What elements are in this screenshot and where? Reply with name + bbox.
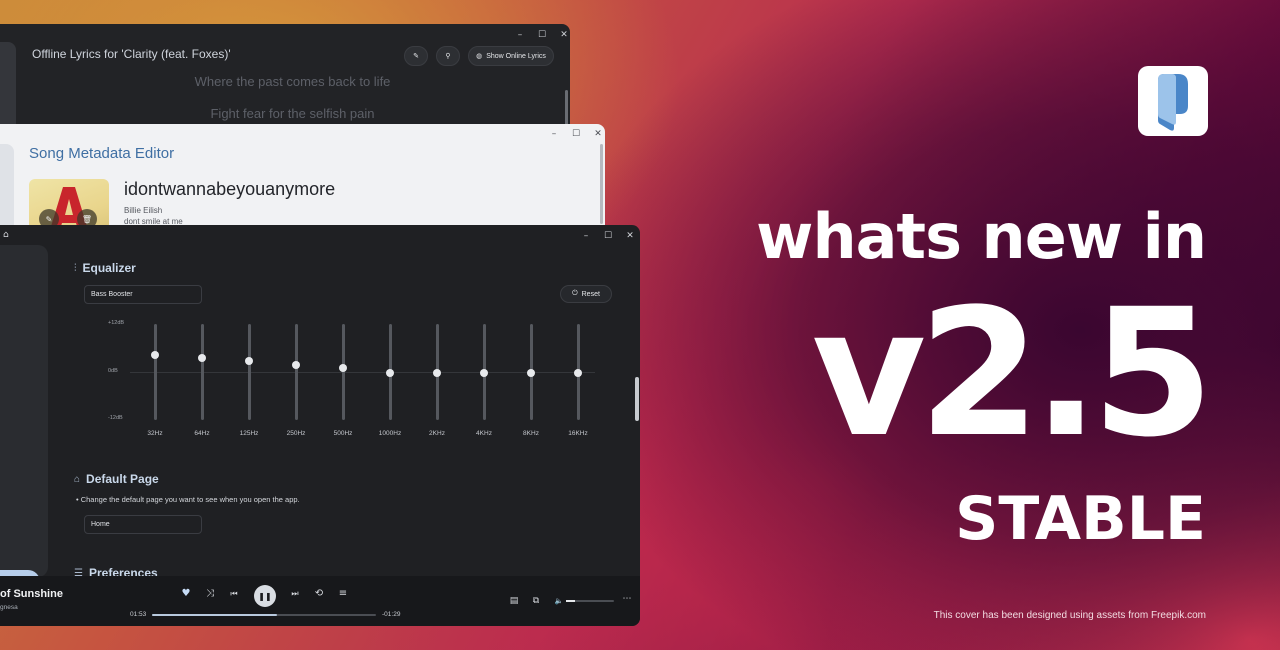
lyrics-icon[interactable]: ▤	[507, 596, 521, 606]
song-metadata-editor-window: Song Metadata Editor ✎ 🗑 idontwannabeyou…	[0, 124, 605, 234]
seek-bar-progress	[152, 614, 278, 616]
lyrics-window-title: Offline Lyrics for 'Clarity (feat. Foxes…	[32, 47, 231, 61]
default-page-description-text: Change the default page you want to see …	[80, 495, 300, 504]
default-page-heading: ⌂ Default Page	[74, 472, 159, 486]
eq-slider-knob[interactable]	[433, 368, 441, 377]
metadata-sidebar	[0, 144, 14, 234]
eq-frequency-label: 64Hz	[194, 430, 210, 437]
lyric-line[interactable]: Where the past comes back to life	[0, 74, 570, 89]
eq-frequency-label: 2KHz	[429, 430, 445, 437]
volume-icon[interactable]: 🔈	[552, 597, 566, 605]
trash-icon: 🗑	[81, 214, 93, 224]
eq-frequency-label: 4KHz	[476, 430, 492, 437]
promo-stable-label: STABLE	[955, 484, 1206, 554]
pause-button[interactable]: ❚❚	[254, 585, 276, 607]
more-options-icon[interactable]: ⋯	[620, 594, 634, 604]
default-page-title: Default Page	[86, 472, 159, 486]
edit-lyrics-button[interactable]: ✎	[404, 46, 428, 66]
volume-slider[interactable]	[566, 600, 614, 602]
now-playing-artist[interactable]: gnesa	[0, 604, 18, 611]
close-button[interactable]: ✕	[560, 30, 568, 40]
default-page-select[interactable]: Home	[84, 515, 202, 534]
metadata-window-controls: – ☐ ✕	[550, 129, 602, 139]
minimize-button[interactable]: –	[550, 129, 558, 139]
elapsed-time: 01:53	[130, 611, 147, 618]
metadata-scrollbar[interactable]	[600, 144, 603, 224]
previous-icon[interactable]: ⏮	[227, 589, 241, 599]
maximize-button[interactable]: ☐	[572, 129, 580, 139]
eq-frequency-label: 500Hz	[333, 430, 353, 437]
lyrics-window-controls: – ☐ ✕	[516, 30, 568, 40]
eq-slider-track[interactable]	[341, 324, 345, 420]
app-logo-icon	[1158, 74, 1188, 131]
metadata-song-title: idontwannabeyouanymore	[124, 179, 336, 199]
eq-frequency-label: 16KHz	[568, 430, 588, 437]
main-app-window: ⌂ – ☐ ✕ ⫶ Equalizer Bass Booster ⏻ Reset…	[0, 225, 640, 626]
db-zero-label: 0dB	[108, 368, 118, 374]
show-online-lyrics-button[interactable]: ◍ Show Online Lyrics	[468, 46, 554, 66]
eq-slider-knob[interactable]	[198, 354, 206, 362]
queue-icon[interactable]: ≡	[336, 588, 350, 599]
eq-frequency-label: 250Hz	[286, 430, 306, 437]
eq-slider-knob[interactable]	[386, 368, 394, 377]
promo-credit: This cover has been designed using asset…	[933, 610, 1206, 621]
pause-icon: ❚❚	[258, 591, 272, 601]
eq-slider-track[interactable]	[200, 324, 204, 420]
db-min-label: -12dB	[108, 415, 123, 421]
eq-slider-track[interactable]	[247, 324, 251, 420]
eq-slider-knob[interactable]	[527, 368, 535, 377]
pin-lyrics-button[interactable]: ⚲	[436, 46, 460, 66]
equalizer-sliders: +12dB 0dB -12dB 32Hz 64Hz 125Hz 250Hz 500Hz 1…	[0, 225, 640, 465]
mini-player-icon[interactable]: ⧉	[529, 596, 543, 606]
db-max-label: +12dB	[108, 320, 125, 326]
metadata-artist: Billie Eilish	[124, 206, 163, 215]
default-page-description: • Change the default page you want to se…	[76, 495, 300, 504]
volume-level	[566, 600, 575, 602]
shuffle-icon[interactable]: ⤨	[203, 588, 217, 599]
eq-slider-knob[interactable]	[480, 368, 488, 377]
metadata-window-title: Song Metadata Editor	[29, 145, 175, 162]
eq-frequency-label: 8KHz	[523, 430, 539, 437]
eq-slider-knob[interactable]	[151, 350, 159, 359]
minimize-button[interactable]: –	[516, 30, 524, 40]
eq-slider-knob[interactable]	[245, 357, 253, 366]
eq-slider-track[interactable]	[153, 324, 157, 420]
eq-slider-track[interactable]	[294, 324, 298, 420]
maximize-button[interactable]: ☐	[538, 30, 546, 40]
remaining-time: -01:29	[382, 611, 401, 618]
eq-slider-knob[interactable]	[292, 360, 300, 369]
next-icon[interactable]: ⏭	[288, 589, 302, 599]
pencil-icon: ✎	[45, 214, 53, 224]
globe-icon: ◍	[476, 53, 483, 60]
show-online-lyrics-label: Show Online Lyrics	[486, 52, 546, 60]
now-playing-title[interactable]: of Sunshine	[0, 588, 63, 600]
pencil-icon: ✎	[413, 53, 419, 60]
player-bar: of Sunshine gnesa ♥ ⤨ ⏮ ❚❚ ⏭ ⟲ ≡ 01:53 -…	[0, 576, 640, 626]
eq-frequency-label: 125Hz	[239, 430, 259, 437]
close-button[interactable]: ✕	[594, 129, 602, 139]
promo-headline: whats new in	[756, 200, 1207, 273]
eq-frequency-label: 1000Hz	[378, 430, 402, 437]
app-scrollbar[interactable]	[635, 377, 639, 421]
lyric-line[interactable]: Fight fear for the selfish pain	[0, 106, 570, 121]
repeat-icon[interactable]: ⟲	[312, 588, 326, 599]
promo-version: v2.5	[811, 271, 1214, 476]
seek-bar[interactable]	[152, 614, 376, 616]
eq-slider-knob[interactable]	[574, 368, 582, 377]
home-icon: ⌂	[74, 473, 81, 485]
heart-icon[interactable]: ♥	[179, 588, 193, 599]
eq-slider-knob[interactable]	[339, 364, 347, 372]
eq-frequency-label: 32Hz	[147, 430, 163, 437]
app-logo	[1138, 66, 1208, 136]
pin-icon: ⚲	[445, 53, 451, 60]
eq-zero-line	[130, 372, 595, 373]
lyrics-toolbar: ✎ ⚲ ◍ Show Online Lyrics	[404, 46, 554, 66]
